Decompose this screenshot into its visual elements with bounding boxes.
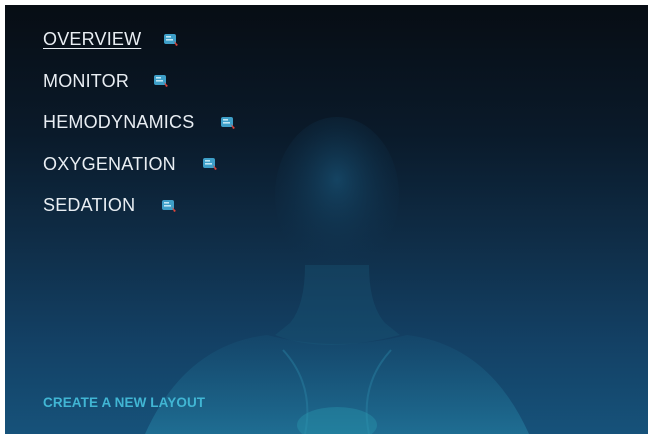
menu-item-label[interactable]: MONITOR	[43, 71, 129, 92]
layout-edit-icon[interactable]	[202, 157, 218, 171]
menu-item-overview[interactable]: OVERVIEW	[43, 19, 236, 61]
menu-item-label[interactable]: OVERVIEW	[43, 29, 141, 50]
menu-item-label[interactable]: HEMODYNAMICS	[43, 112, 194, 133]
menu-item-label[interactable]: SEDATION	[43, 195, 135, 216]
layout-edit-icon[interactable]	[153, 74, 169, 88]
layout-edit-icon[interactable]	[163, 33, 179, 47]
layout-selection-screen: OVERVIEW MONITOR HEMODYNAMICS OXYGENATIO…	[5, 5, 648, 434]
menu-item-monitor[interactable]: MONITOR	[43, 61, 236, 103]
menu-item-oxygenation[interactable]: OXYGENATION	[43, 144, 236, 186]
layout-menu: OVERVIEW MONITOR HEMODYNAMICS OXYGENATIO…	[43, 19, 236, 227]
create-new-layout-link[interactable]: CREATE A NEW LAYOUT	[43, 395, 205, 410]
menu-item-sedation[interactable]: SEDATION	[43, 185, 236, 227]
layout-edit-icon[interactable]	[220, 116, 236, 130]
menu-item-label[interactable]: OXYGENATION	[43, 154, 176, 175]
menu-item-hemodynamics[interactable]: HEMODYNAMICS	[43, 102, 236, 144]
layout-edit-icon[interactable]	[161, 199, 177, 213]
